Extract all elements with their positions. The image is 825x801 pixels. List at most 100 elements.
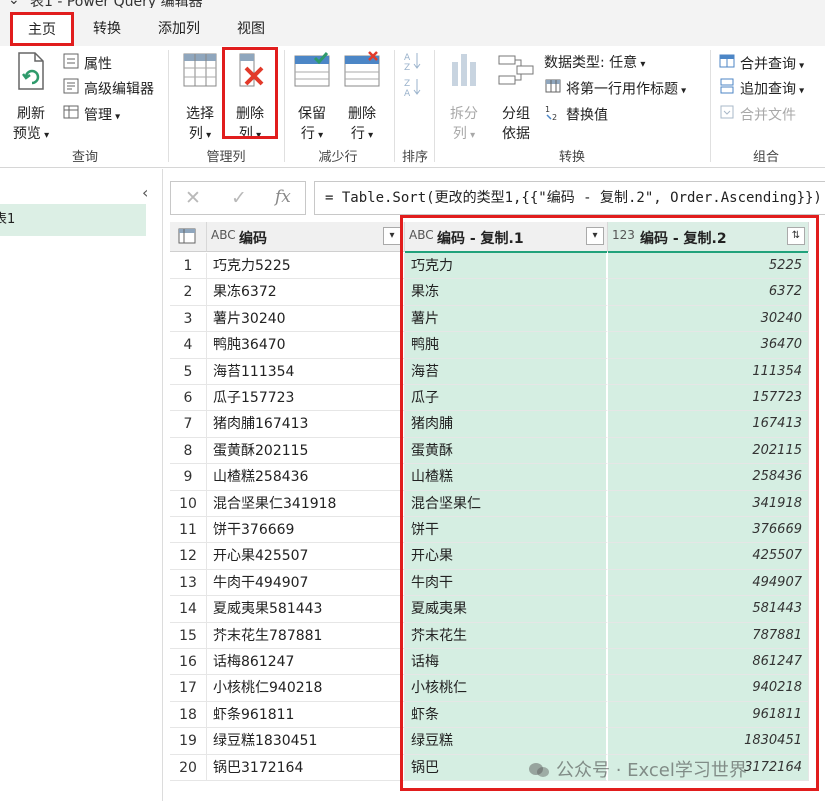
divider [394, 50, 395, 162]
sort-descending-button[interactable]: ZA [402, 76, 428, 99]
cancel-icon[interactable]: ✕ [185, 187, 201, 209]
divider [168, 50, 169, 162]
replace-values-button[interactable]: 1 2 替换值 [544, 103, 608, 125]
row-number[interactable]: 19 [170, 728, 207, 755]
remove-rows-button[interactable]: 删除 行 ▾ [340, 50, 384, 146]
group-by-label-2: 依据 [502, 126, 530, 142]
keep-rows-button[interactable]: 保留 行 ▾ [290, 50, 334, 146]
choose-columns-button[interactable]: 选择 列 ▾ [178, 50, 222, 146]
row-number[interactable]: 14 [170, 596, 207, 623]
row-number[interactable]: 17 [170, 675, 207, 702]
tab-view[interactable]: 视图 [226, 14, 276, 44]
manage-button[interactable]: 管理 ▾ [62, 103, 120, 125]
table-menu-header[interactable] [170, 222, 207, 252]
row-number[interactable]: 4 [170, 332, 207, 359]
cell-code[interactable]: 牛肉干494907 [207, 569, 405, 597]
group-label-sort: 排序 [401, 150, 428, 165]
row-number[interactable]: 9 [170, 464, 207, 491]
query-item[interactable]: 表1 [0, 204, 146, 236]
cell-code[interactable]: 开心果425507 [207, 543, 405, 570]
advanced-editor-label: 高级编辑器 [84, 81, 154, 98]
chevron-left-icon[interactable]: ‹ [142, 183, 148, 202]
advanced-editor-button[interactable]: 高级编辑器 [62, 77, 154, 99]
merge-queries-button[interactable]: 合并查询 ▾ [718, 52, 804, 74]
row-number[interactable]: 2 [170, 279, 207, 306]
column-name: 编码 [239, 231, 267, 247]
row-number[interactable]: 3 [170, 305, 207, 333]
fx-icon[interactable]: fx [275, 187, 291, 207]
properties-button[interactable]: 属性 [62, 52, 112, 74]
chevron-down-icon[interactable]: ⌄ [8, 0, 20, 8]
confirm-icon[interactable]: ✓ [231, 187, 247, 209]
chevron-down-icon: ▾ [796, 85, 805, 97]
manage-label: 管理 [84, 107, 112, 124]
cell-code[interactable]: 混合坚果仁341918 [207, 490, 405, 517]
row-number[interactable]: 12 [170, 543, 207, 570]
watermark-text: 公众号 · Excel学习世界 [556, 760, 747, 781]
row-number[interactable]: 6 [170, 385, 207, 412]
cell-code[interactable]: 芥末花生787881 [207, 622, 405, 649]
row-number[interactable]: 8 [170, 437, 207, 465]
refresh-icon [8, 50, 54, 98]
svg-text:2: 2 [552, 113, 557, 121]
cell-code[interactable]: 巧克力5225 [207, 253, 405, 280]
cell-code[interactable]: 鸭肫36470 [207, 332, 405, 359]
row-number[interactable]: 13 [170, 569, 207, 597]
split-column-button[interactable]: 拆分 列 ▾ [442, 50, 486, 146]
combine-files-button[interactable]: 合并文件 [718, 103, 796, 125]
sort-ascending-button[interactable]: AZ [402, 50, 428, 73]
tab-home[interactable]: 主页 [10, 12, 74, 46]
svg-text:Z: Z [404, 63, 410, 72]
row-number[interactable]: 7 [170, 411, 207, 438]
cell-code[interactable]: 瓜子157723 [207, 385, 405, 412]
row-number[interactable]: 16 [170, 649, 207, 676]
first-row-header-button[interactable]: 将第一行用作标题 ▾ [544, 77, 686, 99]
row-number[interactable]: 20 [170, 754, 207, 781]
cell-code[interactable]: 话梅861247 [207, 649, 405, 676]
cell-code[interactable]: 小核桃仁940218 [207, 675, 405, 702]
divider [284, 50, 285, 162]
refresh-preview-button[interactable]: 刷新 预览 ▾ [8, 50, 54, 146]
row-number[interactable]: 11 [170, 517, 207, 544]
merge-label: 合并查询 [740, 56, 796, 73]
append-queries-button[interactable]: 追加查询 ▾ [718, 77, 804, 99]
query-item-label: 表1 [0, 212, 16, 227]
group-by-button[interactable]: 分组 依据 [494, 50, 538, 144]
cell-code[interactable]: 绿豆糕1830451 [207, 728, 405, 755]
formula-input[interactable]: = Table.Sort(更改的类型1,{{"编码 - 复制.2", Order… [314, 181, 825, 215]
cell-code[interactable]: 虾条961811 [207, 701, 405, 729]
replace-values-label: 替换值 [566, 107, 608, 124]
keep-rows-icon [290, 50, 334, 98]
text-type-icon[interactable]: ABC [211, 228, 236, 242]
first-row-header-label: 将第一行用作标题 [566, 81, 678, 98]
cell-code[interactable]: 山楂糕258436 [207, 464, 405, 491]
refresh-label: 刷新 [17, 106, 45, 122]
cell-code[interactable]: 果冻6372 [207, 279, 405, 306]
cell-code[interactable]: 薯片30240 [207, 305, 405, 333]
group-label-manage-columns: 管理列 [206, 150, 246, 165]
column-header[interactable]: ABC 编码 ▾ [207, 222, 405, 252]
append-queries-icon [718, 77, 736, 102]
tab-add-column[interactable]: 添加列 [148, 14, 210, 44]
tab-transform[interactable]: 转换 [82, 14, 132, 44]
choose-label-2: 列 [188, 126, 203, 142]
highlight-box [400, 215, 819, 791]
table-icon [178, 228, 196, 248]
filter-dropdown-icon[interactable]: ▾ [383, 227, 401, 245]
cell-code[interactable]: 锅巴3172164 [207, 754, 405, 781]
cell-code[interactable]: 猪肉脯167413 [207, 411, 405, 438]
cell-code[interactable]: 海苔111354 [207, 358, 405, 385]
row-number[interactable]: 1 [170, 253, 207, 280]
append-label: 追加查询 [740, 81, 796, 98]
cell-code[interactable]: 夏威夷果581443 [207, 596, 405, 623]
data-type-dropdown[interactable]: 数据类型: 任意 ▾ [544, 52, 645, 74]
row-number[interactable]: 5 [170, 358, 207, 385]
row-number[interactable]: 10 [170, 490, 207, 517]
row-number[interactable]: 18 [170, 701, 207, 729]
row-number[interactable]: 15 [170, 622, 207, 649]
ribbon-tabs: 主页 转换 添加列 视图 [0, 8, 825, 46]
cell-code[interactable]: 饼干376669 [207, 517, 405, 544]
merge-queries-icon [718, 52, 736, 77]
advanced-editor-icon [62, 77, 80, 102]
cell-code[interactable]: 蛋黄酥202115 [207, 437, 405, 465]
